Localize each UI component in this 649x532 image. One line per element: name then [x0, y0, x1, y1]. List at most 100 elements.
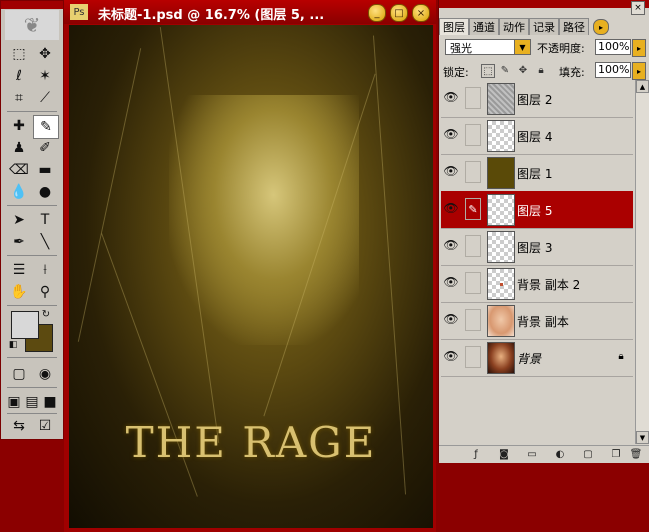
tab-channels[interactable]: 通道 [469, 18, 499, 35]
brush-indicator-icon[interactable]: ✎ [465, 198, 481, 220]
layer-row[interactable]: 👁︎ 图层 4 [441, 117, 633, 155]
quick-mask-mode-icon[interactable]: ◉ [33, 363, 57, 385]
new-layer-icon[interactable]: ❐ [609, 448, 623, 461]
layer-row[interactable]: 👁︎ 背景 副本 2 [441, 265, 633, 303]
maximize-button[interactable]: □ [390, 4, 408, 22]
blur-tool-icon[interactable]: 💧 [7, 181, 31, 203]
visibility-eye-icon[interactable]: 👁︎ [443, 126, 459, 142]
gradient-tool-icon[interactable]: ▬ [33, 159, 57, 181]
layer-thumbnail[interactable] [487, 157, 515, 189]
layer-thumbnail[interactable] [487, 231, 515, 263]
tab-layers[interactable]: 图层 [439, 18, 469, 35]
foreground-color-swatch[interactable] [11, 311, 39, 339]
opacity-slider-icon[interactable]: ▸ [632, 39, 646, 57]
panel-close-icon[interactable]: × [631, 1, 645, 15]
layer-thumbnail[interactable] [487, 194, 515, 226]
standard-mode-icon[interactable]: ▢ [7, 363, 31, 385]
scroll-up-icon[interactable]: ▲ [636, 80, 649, 93]
add-mask-icon[interactable]: ◙ [497, 448, 511, 461]
layer-thumbnail[interactable] [487, 83, 515, 115]
layer-row[interactable]: 👁︎ 图层 3 [441, 228, 633, 266]
layer-row[interactable]: 👁︎ 背景 🔒︎ [441, 339, 633, 377]
magic-wand-tool-icon[interactable]: ✶ [33, 65, 57, 87]
layer-row[interactable]: 👁︎ 背景 副本 [441, 302, 633, 340]
dodge-tool-icon[interactable]: ● [33, 181, 57, 203]
layer-link-box[interactable] [465, 235, 481, 257]
layer-link-box[interactable] [465, 272, 481, 294]
layer-list-scrollbar[interactable]: ▲ ▼ [635, 80, 649, 444]
line-tool-icon[interactable]: ╲ [33, 231, 57, 253]
lock-image-icon[interactable]: ✎ [499, 64, 511, 76]
scroll-down-icon[interactable]: ▼ [636, 431, 649, 444]
layer-row[interactable]: 👁︎ 图层 1 [441, 154, 633, 192]
chevron-down-icon[interactable]: ▼ [514, 40, 530, 54]
visibility-eye-icon[interactable]: 👁︎ [443, 348, 459, 364]
layer-thumbnail[interactable] [487, 268, 515, 300]
screen-mode-full-menu-icon[interactable]: ▤ [23, 391, 41, 413]
fill-input[interactable]: 100% [595, 62, 631, 78]
toolbox-titlebar[interactable] [1, 1, 63, 9]
jump-to-app-icon[interactable]: ☑ [33, 415, 57, 437]
fill-slider-icon[interactable]: ▸ [632, 62, 646, 80]
healing-brush-tool-icon[interactable]: ✚ [7, 115, 31, 137]
layer-row[interactable]: 👁︎ 图层 2 [441, 80, 633, 118]
layer-link-box[interactable] [465, 124, 481, 146]
pen-tool-icon[interactable]: ✒ [7, 231, 31, 253]
layer-link-box[interactable] [465, 87, 481, 109]
layer-thumbnail[interactable] [487, 305, 515, 337]
visibility-eye-icon[interactable]: 👁︎ [443, 89, 459, 105]
image-canvas[interactable]: THE RAGE [69, 25, 433, 528]
lasso-tool-icon[interactable]: ℓ [7, 65, 31, 87]
layer-link-box[interactable] [465, 309, 481, 331]
layer-thumbnail[interactable] [487, 342, 515, 374]
visibility-eye-icon[interactable]: 👁︎ [443, 200, 459, 216]
layer-style-icon[interactable]: ƒ [469, 448, 483, 461]
history-brush-tool-icon[interactable]: ✐ [33, 137, 57, 159]
screen-mode-standard-icon[interactable]: ▣ [5, 391, 23, 413]
layer-link-box[interactable] [465, 346, 481, 368]
move-tool-icon[interactable]: ✥ [33, 43, 57, 65]
visibility-eye-icon[interactable]: 👁︎ [443, 163, 459, 179]
tab-paths[interactable]: 路径 [559, 18, 589, 35]
visibility-eye-icon[interactable]: 👁︎ [443, 274, 459, 290]
marquee-tool-icon[interactable]: ⬚ [7, 43, 31, 65]
layer-name: 图层 5 [517, 204, 553, 218]
tab-history[interactable]: 记录 [529, 18, 559, 35]
eyedropper-tool-icon[interactable]: ⟊ [33, 259, 57, 281]
eraser-tool-icon[interactable]: ⌫ [7, 159, 31, 181]
default-colors-icon[interactable]: ◧ [7, 339, 19, 351]
lock-position-icon[interactable]: ✥ [517, 64, 529, 76]
tab-actions[interactable]: 动作 [499, 18, 529, 35]
visibility-eye-icon[interactable]: 👁︎ [443, 311, 459, 327]
brush-tool-icon[interactable]: ✎ [33, 115, 59, 139]
lock-transparency-icon[interactable]: ⬚ [481, 64, 495, 78]
screen-mode-full-icon[interactable]: ■ [41, 391, 59, 413]
panel-menu-icon[interactable]: ▸ [593, 19, 609, 35]
path-selection-tool-icon[interactable]: ➤ [7, 209, 31, 231]
zoom-tool-icon[interactable]: ⚲ [33, 281, 57, 303]
layer-link-box[interactable] [465, 161, 481, 183]
notes-tool-icon[interactable]: ☰ [7, 259, 31, 281]
layer-thumbnail[interactable] [487, 120, 515, 152]
layers-panel-titlebar[interactable] [439, 0, 649, 8]
slice-tool-icon[interactable]: ⟋ [33, 87, 57, 109]
blend-mode-select[interactable]: 强光 ▼ [445, 39, 531, 55]
crop-tool-icon[interactable]: ⌗ [7, 87, 31, 109]
minimize-button[interactable]: _ [368, 4, 386, 22]
trash-icon[interactable]: 🗑︎ [629, 448, 643, 461]
close-button[interactable]: × [412, 4, 430, 22]
new-group-icon[interactable]: ▭ [525, 448, 539, 461]
opacity-input[interactable]: 100% [595, 39, 631, 55]
document-titlebar[interactable]: Ps 未标题-1.psd @ 16.7% (图层 5, ... _ □ × [64, 0, 436, 24]
swap-colors-icon[interactable]: ↻ [39, 307, 53, 321]
toolbox-separator [7, 111, 57, 112]
type-tool-icon[interactable]: T [33, 209, 57, 231]
hand-tool-icon[interactable]: ✋ [7, 281, 31, 303]
lock-all-icon[interactable]: 🔒︎ [535, 64, 547, 76]
new-set-icon[interactable]: ▢ [581, 448, 595, 461]
adjustment-layer-icon[interactable]: ◐ [553, 448, 567, 461]
visibility-eye-icon[interactable]: 👁︎ [443, 237, 459, 253]
clone-stamp-tool-icon[interactable]: ♟ [7, 137, 31, 159]
layer-row[interactable]: 👁︎ ✎ 图层 5 [441, 191, 633, 229]
jump-to-imageready-icon[interactable]: ⇆ [7, 415, 31, 437]
